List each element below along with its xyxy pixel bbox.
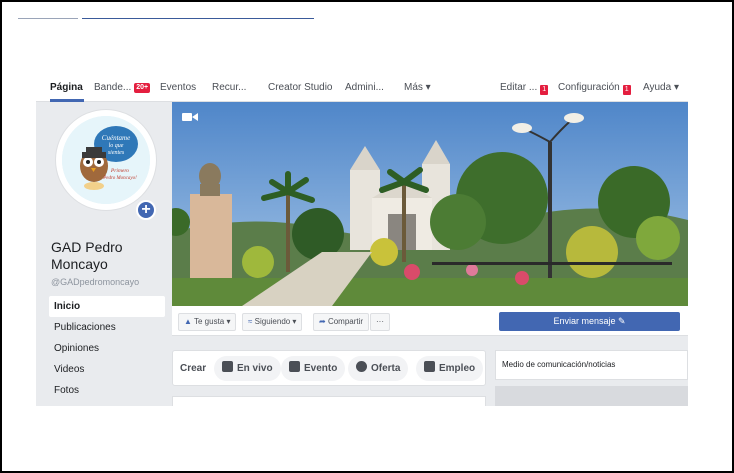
sidebar-item-fotos[interactable]: Fotos (49, 380, 165, 401)
create-event-button[interactable]: Evento (281, 356, 346, 381)
page-category[interactable]: Medio de comunicación/noticias (502, 360, 615, 369)
create-job-button[interactable]: Empleo (416, 356, 484, 381)
create-live-label: En vivo (237, 363, 273, 374)
following-button[interactable]: ≈ Siguiendo ▾ (242, 313, 303, 331)
cover-image (172, 102, 688, 306)
following-label: Siguiendo ▾ (254, 317, 297, 326)
send-message-button[interactable]: Enviar mensaje ✎ (499, 312, 680, 331)
logo-text-line3: sientes (108, 150, 125, 156)
create-offer-button[interactable]: Oferta (348, 356, 409, 381)
nav-tab-configuracion[interactable]: Configuración 1 (558, 82, 631, 95)
thumbs-up-icon: ▲ (184, 317, 192, 326)
profile-picture[interactable]: Cuéntame lo que sientes Primero Pedro Mo… (56, 110, 156, 210)
right-column-card (495, 386, 688, 406)
create-event-label: Evento (304, 363, 338, 374)
sidebar-item-videos[interactable]: Videos (49, 359, 165, 380)
nav-tab-mas[interactable]: Más ▾ (404, 82, 431, 93)
owl-mascot-logo: Cuéntame lo que sientes Primero Pedro Mo… (62, 116, 150, 204)
nav-tab-label: Configuración (558, 82, 620, 93)
like-button[interactable]: ▲ Te gusta ▾ (178, 313, 237, 331)
create-post-card: Crear En vivo Evento Oferta Empleo (172, 350, 486, 386)
nav-tab-bandeja[interactable]: Bande... 20+ (94, 82, 151, 93)
profile-image: Cuéntame lo que sientes Primero Pedro Mo… (62, 116, 150, 204)
nav-tab-recursos[interactable]: Recur... (212, 82, 246, 93)
decorative-line (82, 18, 314, 19)
nav-tab-eventos[interactable]: Eventos (160, 82, 196, 93)
cover-photo[interactable] (172, 102, 688, 306)
notification-badge: 1 (622, 85, 631, 95)
facebook-page-screenshot: Página Bande... 20+ Eventos Recur... Crea… (36, 74, 688, 406)
sidebar-menu: Inicio Publicaciones Opiniones Videos Fo… (49, 296, 165, 401)
page-title: GAD Pedro Moncayo (51, 239, 123, 272)
live-video-icon (222, 361, 233, 372)
nav-tab-creator-studio[interactable]: Creator Studio (268, 82, 332, 93)
notification-badge: 20+ (134, 83, 151, 93)
logo-text-line2: lo que (109, 143, 124, 149)
sidebar-item-publicaciones[interactable]: Publicaciones (49, 317, 165, 338)
share-label: Compartir (327, 317, 364, 326)
nav-tab-label: Editar ... (500, 82, 538, 93)
rss-icon: ≈ (248, 317, 253, 326)
nav-tab-label: Bande... (94, 82, 132, 93)
add-photo-icon[interactable]: + (136, 200, 156, 220)
logo-text-line4: Primero (110, 168, 129, 174)
tag-icon (356, 361, 367, 372)
decorative-line (18, 18, 78, 19)
left-column: Cuéntame lo que sientes Primero Pedro Mo… (36, 102, 172, 406)
share-button[interactable]: ➦ Compartir (313, 313, 370, 331)
page-top-nav: Página Bande... 20+ Eventos Recur... Crea… (36, 74, 688, 102)
sidebar-item-inicio[interactable]: Inicio (49, 296, 165, 317)
nav-tab-administrar[interactable]: Admini... (345, 82, 384, 93)
nav-tab-label: Página (50, 82, 83, 93)
video-camera-icon[interactable] (182, 112, 198, 122)
sidebar-item-opiniones[interactable]: Opiniones (49, 338, 165, 359)
like-label: Te gusta ▾ (194, 317, 231, 326)
nav-tab-ayuda[interactable]: Ayuda ▾ (643, 82, 679, 93)
nav-tab-pagina[interactable]: Página (50, 82, 83, 93)
more-options-button[interactable]: ··· (370, 313, 390, 331)
briefcase-icon (424, 361, 435, 372)
create-live-button[interactable]: En vivo (214, 356, 281, 381)
create-job-label: Empleo (439, 363, 476, 374)
share-arrow-icon: ➦ (319, 317, 326, 326)
logo-text-line1: Cuéntame (102, 134, 130, 142)
create-label: Crear (180, 363, 207, 374)
calendar-icon (289, 361, 300, 372)
create-offer-label: Oferta (371, 363, 401, 374)
page-category-card: Medio de comunicación/noticias (495, 350, 688, 380)
logo-text-line5: Pedro Moncayo! (102, 176, 137, 181)
nav-tab-editar[interactable]: Editar ... 1 (500, 82, 549, 95)
notification-badge: 1 (540, 85, 549, 95)
page-handle[interactable]: @GADpedromoncayo (51, 277, 139, 287)
page-action-bar: ▲ Te gusta ▾ ≈ Siguiendo ▾ ➦ Compartir ·… (172, 306, 688, 336)
feed-card (172, 396, 486, 406)
